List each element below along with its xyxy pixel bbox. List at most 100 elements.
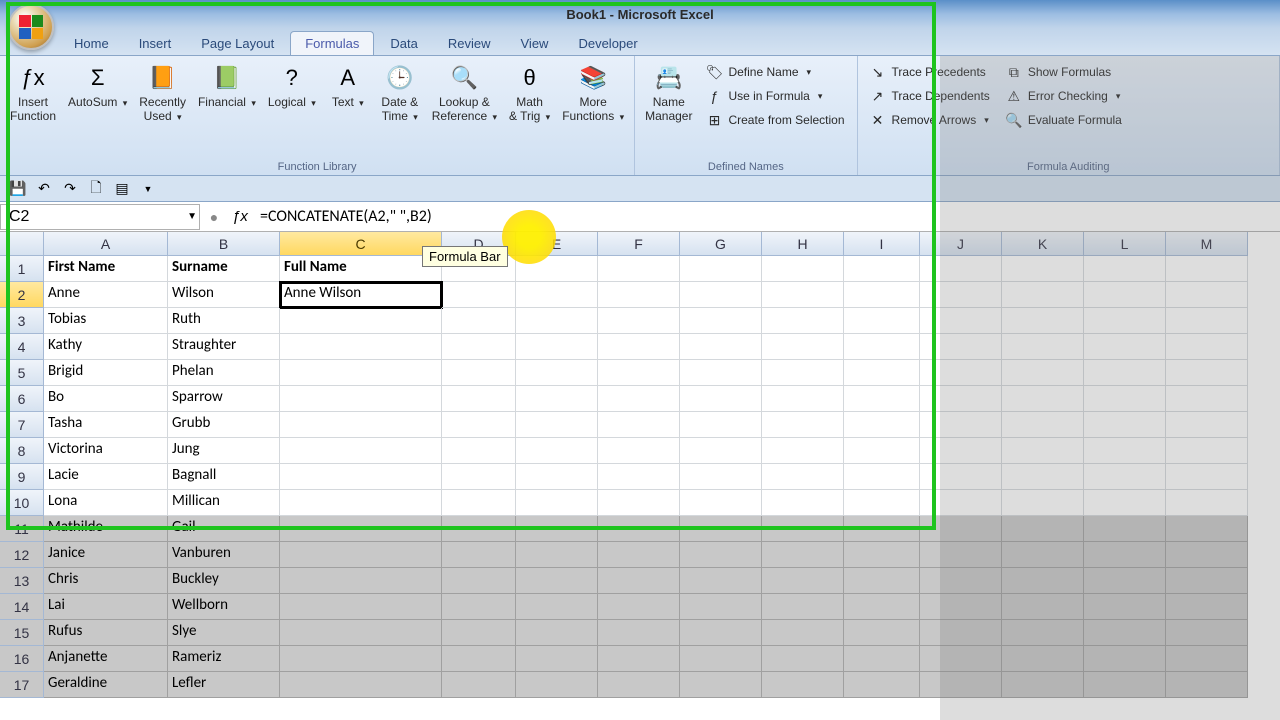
cell[interactable]	[844, 516, 920, 542]
cell[interactable]	[680, 464, 762, 490]
cell[interactable]: Bo	[44, 386, 168, 412]
cell[interactable]	[442, 594, 516, 620]
cell[interactable]	[844, 282, 920, 308]
cell[interactable]	[516, 516, 598, 542]
cell[interactable]	[920, 594, 1002, 620]
cell[interactable]	[598, 282, 680, 308]
cell[interactable]	[1166, 516, 1248, 542]
column-header-B[interactable]: B	[168, 232, 280, 256]
cell[interactable]: Mathilde	[44, 516, 168, 542]
cell[interactable]	[1002, 412, 1084, 438]
cell[interactable]: Bagnall	[168, 464, 280, 490]
row-header[interactable]: 17	[0, 672, 44, 698]
chevron-down-icon[interactable]: ▼	[187, 211, 197, 222]
cell[interactable]	[762, 464, 844, 490]
row-header[interactable]: 10	[0, 490, 44, 516]
cell[interactable]	[1166, 490, 1248, 516]
cell[interactable]	[1002, 620, 1084, 646]
cell[interactable]: Wilson	[168, 282, 280, 308]
cell[interactable]	[762, 412, 844, 438]
tab-home[interactable]: Home	[60, 32, 123, 55]
row-header[interactable]: 3	[0, 308, 44, 334]
cell[interactable]	[598, 308, 680, 334]
use-in-formula-button[interactable]: ƒUse in Formula▾	[702, 86, 848, 106]
show-formulas-button[interactable]: ⧉Show Formulas	[1002, 62, 1126, 82]
cell[interactable]: Anne Wilson	[280, 282, 442, 308]
financial-button[interactable]: 📗Financial ▾	[194, 60, 260, 112]
cell[interactable]: Straughter	[168, 334, 280, 360]
cell[interactable]	[680, 490, 762, 516]
cell[interactable]	[280, 360, 442, 386]
trace-precedents-button[interactable]: ↘Trace Precedents	[866, 62, 994, 82]
column-header-H[interactable]: H	[762, 232, 844, 256]
trace-dependents-button[interactable]: ↗Trace Dependents	[866, 86, 994, 106]
qat-dropdown-icon[interactable]: ▼	[138, 179, 158, 199]
logical-button[interactable]: ?Logical ▾	[264, 60, 320, 112]
cell[interactable]	[844, 672, 920, 698]
cell[interactable]	[442, 464, 516, 490]
cancel-icon[interactable]: ●	[206, 209, 222, 225]
name-box[interactable]: C2 ▼	[0, 204, 200, 230]
more-button[interactable]: 📚More Functions ▾	[558, 60, 628, 126]
cell[interactable]	[1084, 672, 1166, 698]
cell[interactable]: First Name	[44, 256, 168, 282]
cell[interactable]	[680, 568, 762, 594]
cell[interactable]	[516, 282, 598, 308]
cell[interactable]	[844, 308, 920, 334]
column-header-A[interactable]: A	[44, 232, 168, 256]
cell[interactable]	[1002, 542, 1084, 568]
cell[interactable]	[516, 542, 598, 568]
cell[interactable]	[1002, 308, 1084, 334]
cell[interactable]	[1002, 672, 1084, 698]
new-icon[interactable]: 🗋	[86, 179, 106, 199]
cell[interactable]	[920, 256, 1002, 282]
cell[interactable]: Lacie	[44, 464, 168, 490]
recently-button[interactable]: 📙Recently Used ▾	[135, 60, 190, 126]
row-header[interactable]: 11	[0, 516, 44, 542]
cell[interactable]	[442, 490, 516, 516]
cell[interactable]	[598, 412, 680, 438]
row-header[interactable]: 2	[0, 282, 44, 308]
cell[interactable]: Chris	[44, 568, 168, 594]
cell[interactable]	[1084, 386, 1166, 412]
cell[interactable]	[844, 386, 920, 412]
cell[interactable]	[920, 334, 1002, 360]
text-button[interactable]: AText ▾	[324, 60, 372, 112]
cell[interactable]	[1002, 594, 1084, 620]
cell[interactable]	[920, 464, 1002, 490]
cell[interactable]	[1166, 620, 1248, 646]
tab-data[interactable]: Data	[376, 32, 431, 55]
cell[interactable]	[1166, 412, 1248, 438]
cell[interactable]	[442, 542, 516, 568]
cell[interactable]	[1166, 542, 1248, 568]
cell[interactable]	[762, 646, 844, 672]
cell[interactable]	[442, 438, 516, 464]
cell[interactable]	[1002, 282, 1084, 308]
cell[interactable]	[516, 672, 598, 698]
cell[interactable]	[844, 256, 920, 282]
cell[interactable]	[680, 360, 762, 386]
cell[interactable]	[598, 490, 680, 516]
cell[interactable]	[598, 464, 680, 490]
cell[interactable]: Brigid	[44, 360, 168, 386]
row-header[interactable]: 7	[0, 412, 44, 438]
cell[interactable]: Phelan	[168, 360, 280, 386]
cell[interactable]	[844, 542, 920, 568]
cell[interactable]	[1084, 646, 1166, 672]
cell[interactable]	[1084, 256, 1166, 282]
formula-bar[interactable]: =CONCATENATE(A2," ",B2)	[256, 205, 1280, 228]
cell[interactable]	[516, 568, 598, 594]
error-checking-button[interactable]: ⚠Error Checking▾	[1002, 86, 1126, 106]
cell[interactable]	[598, 386, 680, 412]
cell[interactable]	[598, 542, 680, 568]
column-header-J[interactable]: J	[920, 232, 1002, 256]
cell[interactable]	[442, 360, 516, 386]
cell[interactable]	[1002, 334, 1084, 360]
open-icon[interactable]: ▤	[112, 179, 132, 199]
cell[interactable]: Wellborn	[168, 594, 280, 620]
autosum-button[interactable]: ΣAutoSum ▾	[64, 60, 131, 112]
cell[interactable]	[598, 438, 680, 464]
cell[interactable]	[762, 672, 844, 698]
cell[interactable]	[844, 334, 920, 360]
cell[interactable]	[1002, 386, 1084, 412]
